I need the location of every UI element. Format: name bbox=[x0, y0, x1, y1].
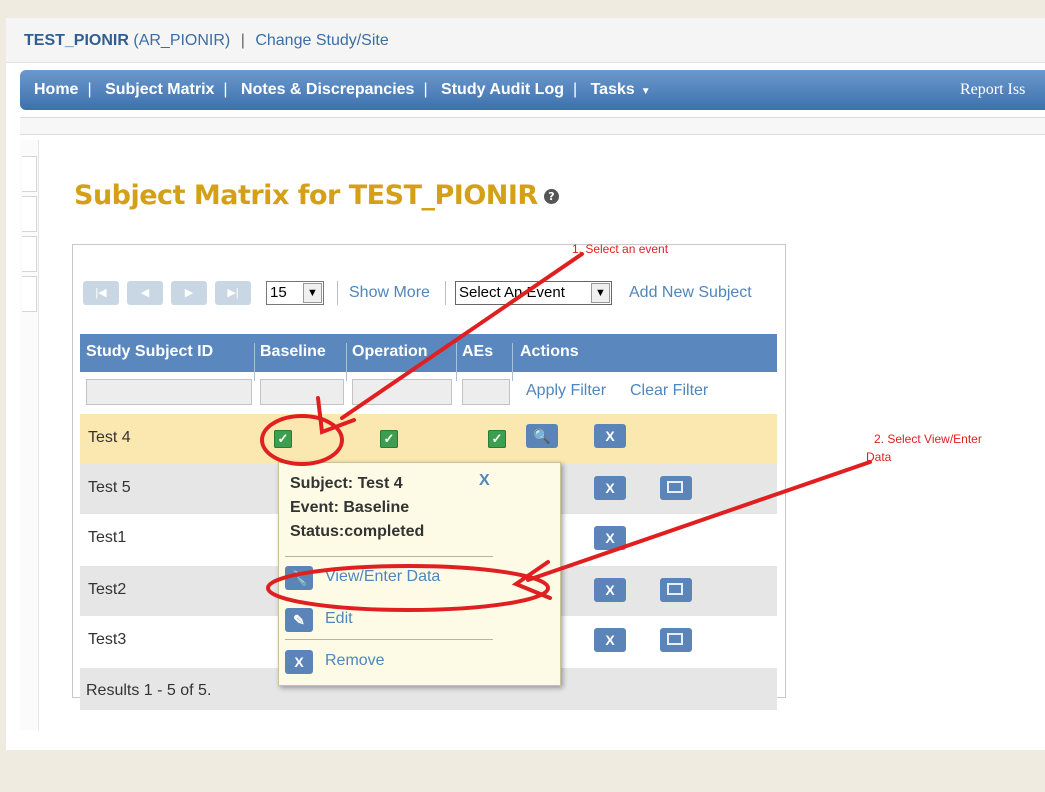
edit-label: Edit bbox=[325, 610, 353, 627]
nav-notes[interactable]: Notes & Discrepancies bbox=[241, 81, 414, 98]
subject-id: Test 5 bbox=[88, 479, 131, 496]
subject-id: Test1 bbox=[88, 529, 127, 546]
view-enter-data-label: View/Enter Data bbox=[325, 568, 441, 585]
next-page-button[interactable]: ▶ bbox=[171, 281, 207, 305]
remove-icon: X bbox=[285, 650, 313, 674]
popup-divider bbox=[285, 556, 493, 557]
change-study-link[interactable]: Change Study/Site bbox=[255, 32, 388, 49]
page-size-select[interactable]: 15 ▼ bbox=[266, 281, 324, 305]
report-issue-link[interactable]: Report Iss bbox=[960, 81, 1025, 99]
remove-subject-icon[interactable]: X bbox=[594, 526, 626, 550]
pencil-icon: ✎ bbox=[285, 608, 313, 632]
remove-subject-icon[interactable]: X bbox=[594, 578, 626, 602]
header-separator: | bbox=[240, 32, 245, 49]
annotation-note-2-line-1: 2. Select View/Enter bbox=[874, 432, 982, 446]
filter-aes[interactable] bbox=[462, 379, 510, 405]
header-baseline[interactable]: Baseline bbox=[260, 343, 326, 361]
subject-id: Test3 bbox=[88, 631, 127, 648]
study-oid: (AR_PIONIR) bbox=[133, 32, 231, 49]
restore-subject-icon[interactable] bbox=[660, 578, 692, 602]
page-title: Subject Matrix for TEST_PIONIR? bbox=[74, 180, 559, 211]
nav-tasks[interactable]: Tasks bbox=[591, 81, 635, 98]
dropdown-arrow-icon: ▼ bbox=[303, 283, 322, 303]
results-count: Results 1 - 5 of 5. bbox=[86, 682, 212, 699]
event-completed-icon[interactable]: ✓ bbox=[488, 430, 506, 448]
browser-page: TEST_PIONIR (AR_PIONIR) | Change Study/S… bbox=[6, 18, 1045, 750]
subject-id: Test 4 bbox=[88, 429, 131, 446]
event-select-value: Select An Event bbox=[459, 284, 565, 301]
popup-divider bbox=[285, 639, 493, 640]
left-tab-4[interactable] bbox=[22, 276, 37, 312]
caret-down-icon: ▼ bbox=[640, 86, 651, 97]
popup-status: Status:completed bbox=[290, 523, 425, 540]
header-aes[interactable]: AEs bbox=[462, 343, 493, 361]
remove-subject-icon[interactable]: X bbox=[594, 424, 626, 448]
nav-home[interactable]: Home bbox=[34, 81, 78, 98]
view-subject-icon[interactable]: 🔍 bbox=[526, 424, 558, 448]
event-completed-icon[interactable]: ✓ bbox=[274, 430, 292, 448]
apply-filter-link[interactable]: Apply Filter bbox=[526, 382, 606, 400]
remove-subject-icon[interactable]: X bbox=[594, 628, 626, 652]
subject-id: Test2 bbox=[88, 581, 127, 598]
event-completed-icon[interactable]: ✓ bbox=[380, 430, 398, 448]
filter-row: Apply Filter Clear Filter bbox=[80, 374, 777, 412]
first-page-button[interactable]: |◀ bbox=[83, 281, 119, 305]
toolbar-divider bbox=[445, 281, 446, 305]
add-subject-link[interactable]: Add New Subject bbox=[629, 284, 752, 302]
filter-operation[interactable] bbox=[352, 379, 452, 405]
prev-page-button[interactable]: ◀ bbox=[127, 281, 163, 305]
event-popup: Subject: Test 4 Event: Baseline Status:c… bbox=[278, 462, 561, 686]
page-title-text: Subject Matrix for TEST_PIONIR bbox=[74, 180, 538, 211]
restore-subject-icon[interactable] bbox=[660, 476, 692, 500]
study-code: TEST_PIONIR bbox=[24, 32, 129, 49]
popup-event: Event: Baseline bbox=[290, 499, 410, 516]
remove-label: Remove bbox=[325, 652, 385, 669]
header-operation[interactable]: Operation bbox=[352, 343, 428, 361]
annotation-note-1: 1. Select an event bbox=[572, 242, 669, 256]
remove-subject-icon[interactable]: X bbox=[594, 476, 626, 500]
table-row: Test 4 ✓ ✓ ✓ 🔍 X bbox=[80, 414, 777, 464]
popup-close-button[interactable]: X bbox=[479, 472, 490, 490]
help-icon[interactable]: ? bbox=[543, 189, 559, 204]
page-divider bbox=[20, 117, 1045, 135]
nav-subject-matrix[interactable]: Subject Matrix bbox=[105, 81, 214, 98]
toolbar-divider bbox=[337, 281, 338, 305]
popup-view-enter-data[interactable]: 🔧 View/Enter Data bbox=[285, 563, 493, 593]
restore-subject-icon[interactable] bbox=[660, 628, 692, 652]
study-header: TEST_PIONIR (AR_PIONIR) | Change Study/S… bbox=[6, 18, 1045, 63]
header-study-subject-id[interactable]: Study Subject ID bbox=[86, 343, 213, 361]
left-tab-1[interactable] bbox=[22, 156, 37, 192]
popup-remove[interactable]: X Remove bbox=[285, 647, 493, 677]
popup-subject: Subject: Test 4 bbox=[290, 475, 403, 492]
nav-audit-log[interactable]: Study Audit Log bbox=[441, 81, 564, 98]
filter-study-subject-id[interactable] bbox=[86, 379, 252, 405]
nav-separator: | bbox=[87, 81, 92, 98]
nav-separator: | bbox=[423, 81, 428, 98]
popup-info: Subject: Test 4 Event: Baseline Status:c… bbox=[290, 472, 424, 544]
popup-edit[interactable]: ✎ Edit bbox=[285, 605, 493, 635]
nav-separator: | bbox=[572, 81, 578, 98]
table-header: Study Subject ID Baseline Operation AEs … bbox=[80, 334, 777, 381]
header-actions: Actions bbox=[520, 343, 579, 360]
left-tab-2[interactable] bbox=[22, 196, 37, 232]
clear-filter-link[interactable]: Clear Filter bbox=[630, 382, 708, 400]
page-size-value: 15 bbox=[270, 284, 287, 301]
dropdown-arrow-icon: ▼ bbox=[591, 283, 610, 303]
left-tab-3[interactable] bbox=[22, 236, 37, 272]
event-select[interactable]: Select An Event ▼ bbox=[455, 281, 612, 305]
last-page-button[interactable]: ▶| bbox=[215, 281, 251, 305]
main-nav: Home | Subject Matrix | Notes & Discrepanc… bbox=[20, 70, 1045, 110]
filter-baseline[interactable] bbox=[260, 379, 344, 405]
nav-separator: | bbox=[223, 81, 228, 98]
show-more-link[interactable]: Show More bbox=[349, 284, 430, 302]
annotation-note-2-line-2: Data bbox=[866, 450, 892, 464]
wrench-icon: 🔧 bbox=[285, 566, 313, 590]
